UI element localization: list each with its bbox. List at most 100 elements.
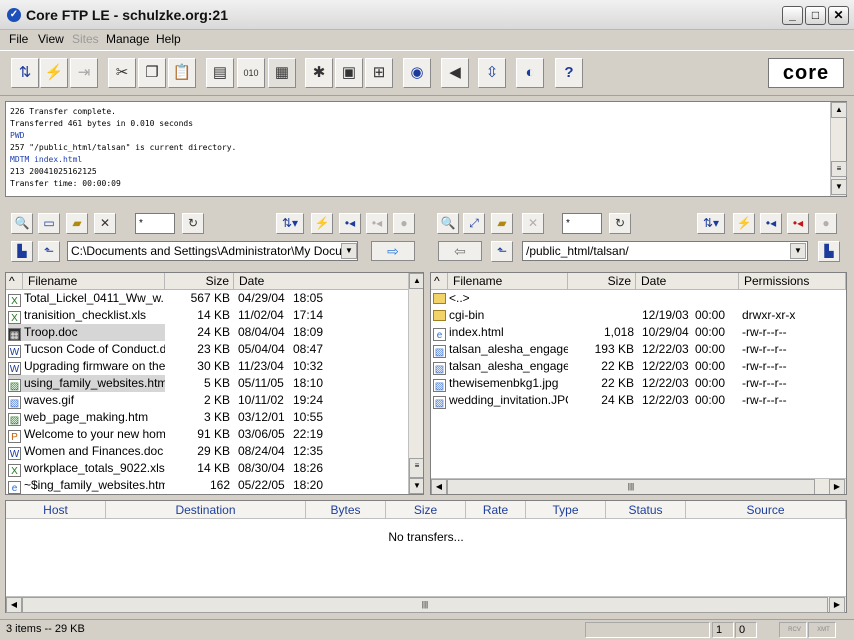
remote-sort-icon[interactable]: ^ bbox=[431, 273, 448, 290]
xfer-col-size[interactable]: Size bbox=[386, 501, 466, 519]
xfer-col-bytes[interactable]: Bytes bbox=[306, 501, 386, 519]
local-file-row[interactable]: P Welcome to your new hom... 91 KB 03/06/05… bbox=[6, 426, 408, 443]
local-file-row[interactable]: X Total_Lickel_0411_Ww_w... 567 KB 04/29/04… bbox=[6, 290, 408, 307]
local-file-row[interactable]: W Upgrading firmware on the ... 30 KB 11/23… bbox=[6, 358, 408, 375]
local-file-name[interactable]: Xtranisition_checklist.xls bbox=[8, 307, 165, 324]
remote-arrow-red-icon[interactable]: •◂ bbox=[787, 213, 809, 234]
xfer-scroll-thumb[interactable]: ||| bbox=[22, 597, 828, 613]
scroll-down-icon[interactable]: ▼ bbox=[831, 179, 847, 195]
maximize-button[interactable]: □ bbox=[805, 6, 826, 25]
local-file-row[interactable]: ▨ using_family_websites.htm 5 KB 05/11/05 18… bbox=[6, 375, 408, 392]
xfer-scroll-right-icon[interactable]: ▶ bbox=[829, 597, 845, 613]
local-file-row[interactable]: Xworkplace_totals_9022.xls 14 KB 08/30/04 1… bbox=[6, 460, 408, 477]
xfer-hscrollbar[interactable]: ◀ ||| ▶ bbox=[6, 596, 846, 613]
sound-icon[interactable]: ◀ bbox=[441, 58, 469, 88]
remote-file-name[interactable]: cgi-bin bbox=[433, 307, 568, 324]
local-up-dir-icon[interactable]: ⬑ bbox=[38, 241, 60, 262]
local-file-row[interactable]: W Women and Finances.doc 29 KB 08/24/04 12:3… bbox=[6, 443, 408, 460]
remote-download-icon[interactable]: ⚡ bbox=[733, 213, 755, 234]
local-arrow-icon[interactable]: •◂ bbox=[339, 213, 361, 234]
connect-icon[interactable]: ⇅ bbox=[11, 58, 39, 88]
local-filter-input[interactable] bbox=[135, 213, 175, 234]
quick-connect-icon[interactable]: ⚡ bbox=[40, 58, 68, 88]
xfer-col-source[interactable]: Source bbox=[686, 501, 846, 519]
local-file-name[interactable]: W Upgrading firmware on the ... bbox=[8, 358, 165, 375]
ascii-mode-icon[interactable]: ▦ bbox=[268, 58, 296, 88]
local-sort-icon[interactable]: ^ bbox=[6, 273, 23, 290]
local-scroll-down-icon[interactable]: ▼ bbox=[409, 478, 423, 494]
local-file-row[interactable]: ▨ web_page_making.htm 3 KB 03/12/01 10:55 bbox=[6, 409, 408, 426]
menu-sites[interactable]: Sites bbox=[72, 32, 99, 46]
binary-mode-icon[interactable]: 010 bbox=[237, 58, 265, 88]
remote-tree-icon[interactable]: ▙ bbox=[818, 241, 840, 262]
disconnect-icon[interactable]: ⇥ bbox=[70, 58, 98, 88]
cut-icon[interactable]: ✂ bbox=[108, 58, 136, 88]
local-stop-icon[interactable]: ● bbox=[393, 213, 415, 234]
remote-hscrollbar[interactable]: ◀ ||| ▶ bbox=[431, 478, 846, 494]
remote-file-row[interactable]: ▧ talsan_alesha_engage... 193 KB 12/22/03 00… bbox=[431, 341, 846, 358]
remote-find-icon[interactable]: 🔍 bbox=[437, 213, 459, 234]
local-tree-icon[interactable]: ▙ bbox=[11, 241, 33, 262]
xfer-col-status[interactable]: Status bbox=[606, 501, 686, 519]
local-scroll-thumb[interactable]: ≡ bbox=[409, 458, 423, 478]
remote-scroll-right-icon[interactable]: ▶ bbox=[829, 479, 845, 494]
local-path-dropdown-icon[interactable]: ▼ bbox=[341, 243, 357, 259]
local-file-row[interactable]: ▦ Troop.doc 24 KB 08/04/04 18:09 bbox=[6, 324, 408, 341]
menu-help[interactable]: Help bbox=[156, 32, 181, 46]
remote-file-name[interactable]: ▧ thewisemenbkg1.jpg bbox=[433, 375, 568, 392]
local-file-name[interactable]: ▧ waves.gif bbox=[8, 392, 165, 409]
queue-icon[interactable]: ⊞ bbox=[365, 58, 393, 88]
scroll-up-icon[interactable]: ▲ bbox=[831, 102, 847, 118]
remote-file-row[interactable]: e index.html 1,018 10/29/04 00:00 -rw-r--r-- bbox=[431, 324, 846, 341]
remote-refresh-icon[interactable]: ↻ bbox=[609, 213, 631, 234]
local-go-button[interactable]: ⇨ bbox=[371, 241, 415, 261]
remote-file-name[interactable]: ▧ talsan_alesha_engage... bbox=[433, 358, 568, 375]
remote-up-dir-icon[interactable]: ⬑ bbox=[491, 241, 513, 262]
local-scrollbar[interactable]: ▲ ≡ ▼ bbox=[408, 273, 423, 494]
local-file-list[interactable]: ^ Filename Size Date X Total_Lickel_0411_… bbox=[5, 272, 424, 495]
menu-view[interactable]: View bbox=[38, 32, 64, 46]
remote-col-permissions[interactable]: Permissions bbox=[739, 273, 846, 290]
local-file-row[interactable]: Xtranisition_checklist.xls 14 KB 11/02/04 1… bbox=[6, 307, 408, 324]
view-file-icon[interactable]: ▤ bbox=[206, 58, 234, 88]
local-file-name[interactable]: Xworkplace_totals_9022.xls bbox=[8, 460, 165, 477]
local-file-name[interactable]: ▨ using_family_websites.htm bbox=[8, 375, 165, 392]
local-transfer-mode-icon[interactable]: ⇅▾ bbox=[276, 213, 304, 234]
help-icon[interactable]: ? bbox=[555, 58, 583, 88]
remote-file-row[interactable]: cgi-bin 12/19/03 00:00 drwxr-xr-x bbox=[431, 307, 846, 324]
close-button[interactable]: ✕ bbox=[828, 6, 849, 25]
local-col-filename[interactable]: Filename bbox=[23, 273, 165, 290]
remote-path-dropdown-icon[interactable]: ▼ bbox=[790, 243, 806, 259]
minimize-button[interactable]: _ bbox=[782, 6, 803, 25]
local-file-row[interactable]: ▧ waves.gif 2 KB 10/11/02 19:24 bbox=[6, 392, 408, 409]
remote-arrow-icon[interactable]: •◂ bbox=[760, 213, 782, 234]
remote-delete-icon[interactable]: ✕ bbox=[522, 213, 544, 234]
remote-file-row[interactable]: ▧ wedding_invitation.JPG 24 KB 12/22/03 00:0… bbox=[431, 392, 846, 409]
scroll-thumb[interactable]: ≡ bbox=[831, 161, 847, 177]
local-view-icon[interactable]: ▭ bbox=[38, 213, 60, 234]
remote-scroll-thumb[interactable]: ||| bbox=[447, 479, 815, 494]
remote-file-row[interactable]: ▧ thewisemenbkg1.jpg 22 KB 12/22/03 00:00 -rw… bbox=[431, 375, 846, 392]
local-file-name[interactable]: ▨ web_page_making.htm bbox=[8, 409, 165, 426]
remote-new-folder-icon[interactable]: ▰ bbox=[491, 213, 513, 234]
remote-transfer-mode-icon[interactable]: ⇅▾ bbox=[697, 213, 725, 234]
remote-stop-icon[interactable]: ● bbox=[815, 213, 837, 234]
menu-manage[interactable]: Manage bbox=[106, 32, 149, 46]
remote-back-button[interactable]: ⇦ bbox=[438, 241, 482, 261]
remote-col-date[interactable]: Date bbox=[636, 273, 739, 290]
copy-icon[interactable]: ❐ bbox=[138, 58, 166, 88]
remote-file-list[interactable]: ^ Filename Size Date Permissions <..> cgi… bbox=[430, 272, 847, 495]
local-path-field[interactable]: C:\Documents and Settings\Administrator\… bbox=[67, 241, 358, 261]
local-new-folder-icon[interactable]: ▰ bbox=[66, 213, 88, 234]
remote-file-name[interactable]: ▧ wedding_invitation.JPG bbox=[433, 392, 568, 409]
local-file-name[interactable]: X Total_Lickel_0411_Ww_w... bbox=[8, 290, 165, 307]
remote-scroll-left-icon[interactable]: ◀ bbox=[431, 479, 447, 494]
local-find-icon[interactable]: 🔍 bbox=[11, 213, 33, 234]
remote-col-size[interactable]: Size bbox=[568, 273, 636, 290]
xfer-col-destination[interactable]: Destination bbox=[106, 501, 306, 519]
local-file-row[interactable]: W Tucson Code of Conduct.d... 23 KB 05/04/0… bbox=[6, 341, 408, 358]
local-file-name[interactable]: ▦ Troop.doc bbox=[8, 324, 165, 341]
local-file-row[interactable]: e ~$ing_family_websites.htm 162 05/22/05 18:… bbox=[6, 477, 408, 494]
site-manager-icon[interactable]: ▣ bbox=[335, 58, 363, 88]
remote-col-filename[interactable]: Filename bbox=[448, 273, 568, 290]
